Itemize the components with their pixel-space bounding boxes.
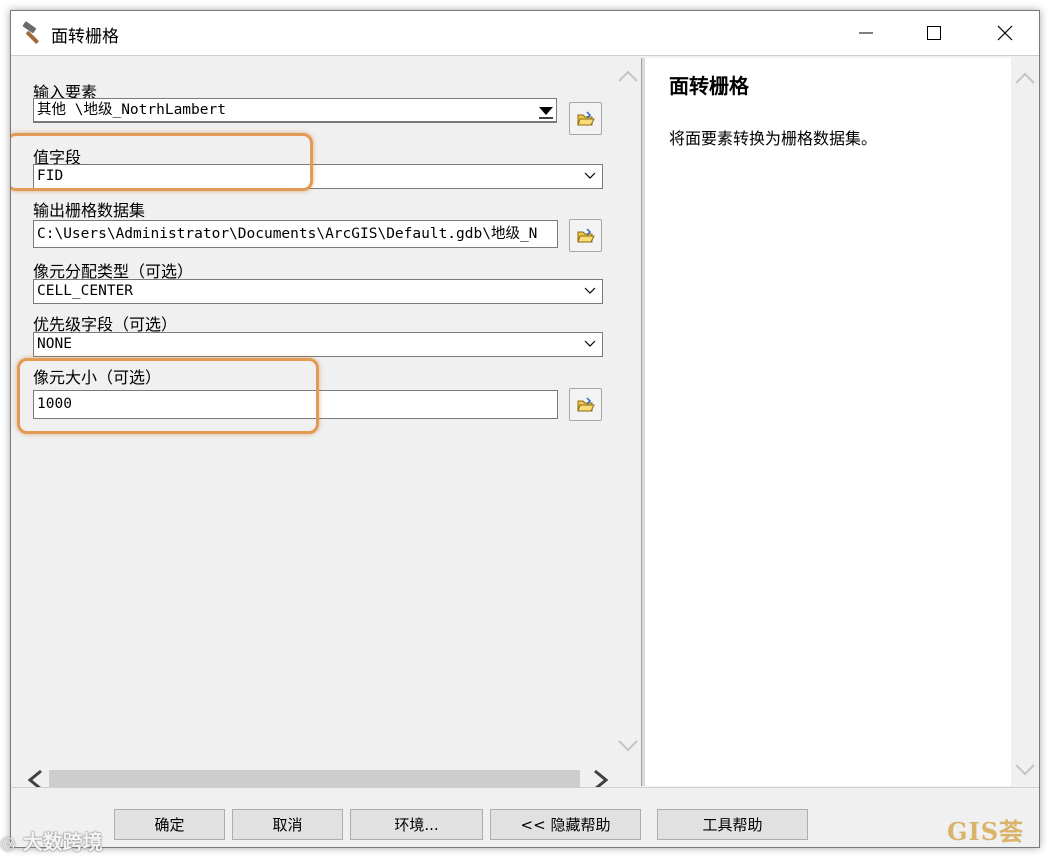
output-raster-browse-button[interactable] (569, 219, 602, 252)
title-bar[interactable]: 面转栅格 (11, 11, 1039, 56)
dropdown-arrow-icon[interactable] (538, 105, 554, 119)
scroll-down-icon[interactable] (618, 740, 638, 752)
minimize-icon (859, 32, 873, 34)
value-field-select[interactable]: FID (33, 164, 603, 189)
folder-open-icon (576, 110, 595, 125)
cell-size-label: 像元大小（可选） (33, 368, 162, 387)
button-bar: 确定 取消 环境... << 隐藏帮助 工具帮助 GIS荟 (11, 787, 1039, 847)
folder-open-icon (576, 396, 595, 411)
cancel-button[interactable]: 取消 (232, 809, 343, 840)
output-raster-label: 输出栅格数据集 (33, 201, 146, 220)
scroll-up-icon[interactable] (618, 70, 638, 82)
cell-assignment-value: CELL_CENTER (37, 283, 134, 299)
watermark-text: 大数跨境 (22, 830, 103, 854)
output-raster-value: C:\Users\Administrator\Documents\ArcGIS\… (37, 226, 538, 242)
close-button[interactable] (976, 11, 1034, 55)
priority-field-select[interactable]: NONE (33, 332, 603, 357)
window-title: 面转栅格 (51, 27, 119, 47)
help-title: 面转栅格 (669, 74, 749, 98)
chevron-down-icon (584, 340, 596, 347)
folder-open-icon (576, 227, 595, 242)
watermark-bottom-left: ◎ 大数跨境 (0, 826, 103, 855)
input-features-browse-button[interactable] (569, 102, 602, 135)
parameters-vertical-scrollbar[interactable] (615, 58, 640, 786)
cell-size-value: 1000 (37, 396, 72, 412)
hide-help-button[interactable]: << 隐藏帮助 (490, 809, 641, 840)
cell-size-input[interactable]: 1000 (33, 390, 558, 419)
cell-assignment-select[interactable]: CELL_CENTER (33, 279, 603, 304)
close-icon (997, 25, 1013, 41)
maximize-icon (927, 26, 941, 40)
chevron-down-icon (584, 172, 596, 179)
wechat-logo-icon: ◎ (0, 833, 16, 854)
scroll-up-icon[interactable] (1015, 72, 1035, 84)
maximize-button[interactable] (905, 11, 963, 55)
dialog-window: 面转栅格 输入要素 其他 \地级_NotrhLambert 值字段 FID 输出… (10, 10, 1040, 848)
input-features-value: 其他 \地级_NotrhLambert (37, 102, 226, 118)
cell-size-browse-button[interactable] (569, 388, 602, 421)
value-field-value: FID (37, 168, 64, 184)
help-panel: 面转栅格 将面要素转换为栅格数据集。 (645, 58, 1038, 786)
environments-button[interactable]: 环境... (350, 809, 483, 840)
help-description: 将面要素转换为栅格数据集。 (669, 129, 878, 148)
help-vertical-scrollbar[interactable] (1011, 58, 1038, 786)
tool-help-button[interactable]: 工具帮助 (657, 809, 808, 840)
parameters-panel: 输入要素 其他 \地级_NotrhLambert 值字段 FID 输出栅格数据集… (11, 58, 640, 791)
hammer-icon (22, 21, 39, 44)
input-features-combo[interactable]: 其他 \地级_NotrhLambert (33, 98, 557, 123)
ok-button[interactable]: 确定 (114, 809, 225, 840)
watermark-gis: GIS荟 (947, 817, 1025, 846)
output-raster-input[interactable]: C:\Users\Administrator\Documents\ArcGIS\… (33, 220, 558, 248)
priority-field-value: NONE (37, 336, 72, 352)
scroll-down-icon[interactable] (1015, 764, 1035, 776)
chevron-down-icon (584, 287, 596, 294)
minimize-button[interactable] (837, 11, 895, 55)
